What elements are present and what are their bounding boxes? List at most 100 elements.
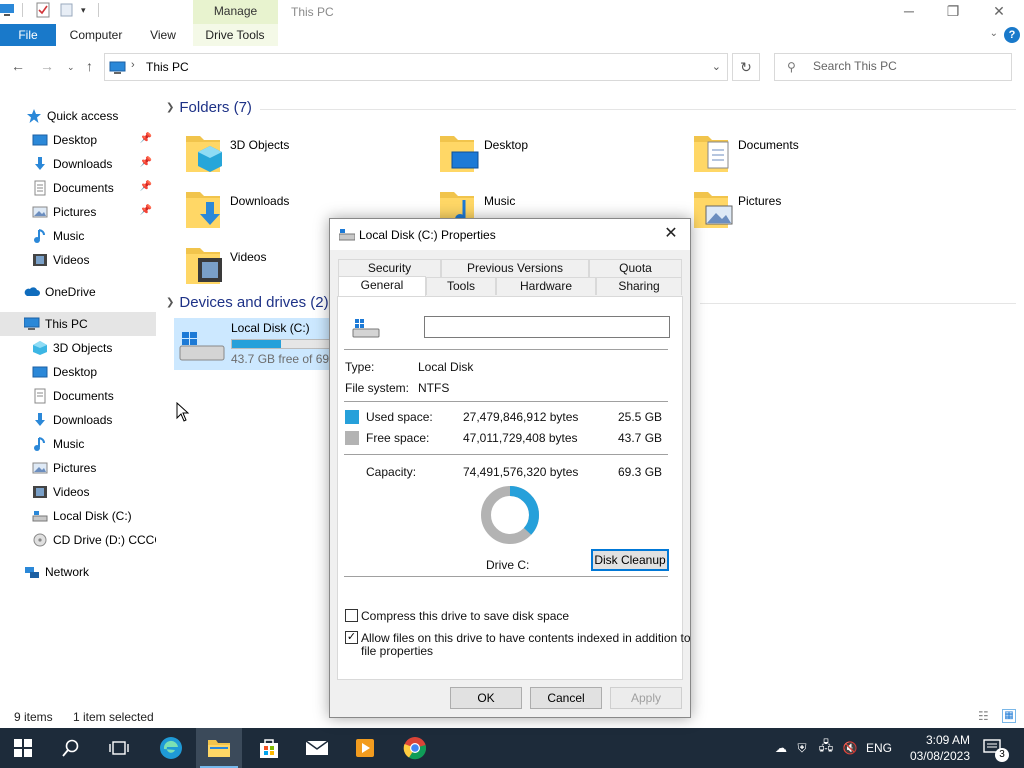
search-taskbar-button[interactable] xyxy=(48,728,94,768)
folder-label: Documents xyxy=(738,138,799,152)
folder-desktop-icon xyxy=(440,136,479,172)
sidebar-item-network[interactable]: Network xyxy=(0,560,156,584)
tab-hardware[interactable]: Hardware xyxy=(496,277,596,295)
address-dropdown-icon[interactable]: ⌄ xyxy=(712,60,721,73)
folder-desktop[interactable]: Desktop xyxy=(438,130,678,182)
file-explorer-taskbar-button[interactable] xyxy=(196,728,242,768)
expand-ribbon-icon[interactable]: ⌄ xyxy=(990,28,998,39)
sidebar-item-pc-pictures[interactable]: Pictures xyxy=(0,456,156,480)
chrome-taskbar-button[interactable] xyxy=(392,728,438,768)
search-input[interactable] xyxy=(813,59,1003,73)
onedrive-cloud-icon[interactable]: ☁ xyxy=(772,741,790,755)
sidebar-item-local-disk[interactable]: Local Disk (C:) xyxy=(0,504,156,528)
tab-drive-tools[interactable]: Drive Tools xyxy=(195,24,275,46)
close-button[interactable]: ✕ xyxy=(976,0,1022,24)
clock[interactable]: 3:09 AM 03/08/2023 xyxy=(910,732,970,764)
sidebar-item-onedrive[interactable]: OneDrive xyxy=(0,280,156,304)
network-icon xyxy=(24,564,40,580)
start-button[interactable] xyxy=(0,728,46,768)
manage-context-tab[interactable]: Manage xyxy=(193,0,278,24)
edge-taskbar-button[interactable] xyxy=(148,728,194,768)
disk-cleanup-button[interactable]: Disk Cleanup xyxy=(591,549,669,571)
tab-tools[interactable]: Tools xyxy=(426,277,496,295)
mail-taskbar-button[interactable] xyxy=(294,728,340,768)
folders-group-header[interactable]: ❯ Folders (7) xyxy=(166,99,252,116)
sidebar-item-pc-desktop[interactable]: Desktop xyxy=(0,360,156,384)
group-title: Devices and drives (2) xyxy=(179,294,329,311)
action-center-button[interactable]: 3 xyxy=(970,728,1016,768)
task-view-button[interactable] xyxy=(96,728,142,768)
folder-pictures[interactable]: Pictures xyxy=(692,186,932,238)
tab-computer[interactable]: Computer xyxy=(62,24,130,46)
tab-sharing[interactable]: Sharing xyxy=(596,277,682,295)
customize-qat-icon[interactable]: ▾ xyxy=(81,5,86,16)
new-folder-icon[interactable] xyxy=(59,2,75,18)
details-view-icon[interactable]: ☷ xyxy=(978,709,989,723)
security-shield-icon[interactable]: ⛨ xyxy=(790,741,814,756)
media-player-taskbar-button[interactable] xyxy=(342,728,388,768)
sidebar-item-this-pc[interactable]: This PC xyxy=(0,312,156,336)
maximize-button[interactable]: ❐ xyxy=(930,0,976,24)
apply-button[interactable]: Apply xyxy=(610,687,682,709)
refresh-icon[interactable]: ↻ xyxy=(732,53,760,81)
sidebar-item-desktop[interactable]: Desktop 📌 xyxy=(0,128,156,152)
collapse-chevron-icon[interactable]: ❯ xyxy=(166,297,174,308)
tab-general[interactable]: General xyxy=(338,276,426,296)
recent-locations-icon[interactable]: ⌄ xyxy=(67,62,75,73)
allow-indexing-checkbox[interactable]: ✓ xyxy=(345,631,358,644)
properties-icon[interactable] xyxy=(35,2,51,18)
tab-quota[interactable]: Quota xyxy=(589,259,682,277)
pin-icon[interactable]: 📌 xyxy=(140,157,152,168)
pin-icon[interactable]: 📌 xyxy=(140,133,152,144)
sidebar-item-pictures[interactable]: Pictures 📌 xyxy=(0,200,156,224)
sidebar-item-videos[interactable]: Videos xyxy=(0,248,156,272)
drive-label-input[interactable] xyxy=(424,316,670,338)
collapse-chevron-icon[interactable]: ❯ xyxy=(166,102,174,113)
search-box[interactable]: ⚲ xyxy=(774,53,1012,81)
network-icon[interactable]: 🖧 xyxy=(814,737,838,759)
ok-button[interactable]: OK xyxy=(450,687,522,709)
this-pc-icon xyxy=(109,60,127,79)
breadcrumb[interactable]: This PC xyxy=(146,60,189,74)
tab-view[interactable]: View xyxy=(141,24,185,46)
sidebar-item-cd-drive[interactable]: CD Drive (D:) CCCO xyxy=(0,528,156,552)
pin-icon[interactable]: 📌 xyxy=(140,205,152,216)
sidebar-item-documents[interactable]: Documents 📌 xyxy=(0,176,156,200)
capacity-gb: 69.3 GB xyxy=(618,465,663,479)
forward-arrow-icon[interactable]: → xyxy=(40,58,54,74)
help-icon[interactable]: ? xyxy=(1004,27,1020,43)
address-bar[interactable]: › This PC ⌄ xyxy=(104,53,728,81)
folder-3d-objects[interactable]: 3D Objects xyxy=(184,130,424,182)
tab-security[interactable]: Security xyxy=(338,259,441,277)
breadcrumb-separator-icon[interactable]: › xyxy=(131,59,135,71)
tab-previous-versions[interactable]: Previous Versions xyxy=(441,259,589,277)
volume-muted-icon[interactable]: 🔇 xyxy=(838,741,862,755)
tab-file[interactable]: File xyxy=(0,24,56,46)
this-pc-icon[interactable] xyxy=(0,2,16,18)
pin-icon[interactable]: 📌 xyxy=(140,181,152,192)
sidebar-item-pc-downloads[interactable]: Downloads xyxy=(0,408,156,432)
sidebar-item-music[interactable]: Music xyxy=(0,224,156,248)
dialog-close-button[interactable]: ✕ xyxy=(658,223,684,245)
up-arrow-icon[interactable]: ↑ xyxy=(86,58,93,74)
sidebar-item-3d-objects[interactable]: 3D Objects xyxy=(0,336,156,360)
local-disk-tile[interactable]: Local Disk (C:) 43.7 GB free of 69.3 xyxy=(174,318,367,370)
store-taskbar-button[interactable] xyxy=(246,728,292,768)
sidebar-item-downloads[interactable]: Downloads 📌 xyxy=(0,152,156,176)
devices-group-header[interactable]: ❯ Devices and drives (2) xyxy=(166,294,329,311)
sidebar-item-pc-documents[interactable]: Documents xyxy=(0,384,156,408)
minimize-button[interactable]: ─ xyxy=(886,0,932,24)
back-arrow-icon[interactable]: ← xyxy=(11,58,25,74)
sidebar-item-pc-videos[interactable]: Videos xyxy=(0,480,156,504)
folder-documents[interactable]: Documents xyxy=(692,130,932,182)
dialog-title-bar[interactable]: Local Disk (C:) Properties ✕ xyxy=(330,219,690,250)
sidebar-item-pc-music[interactable]: Music xyxy=(0,432,156,456)
folder-icon xyxy=(208,740,230,757)
compress-drive-checkbox[interactable] xyxy=(345,609,358,622)
sidebar-item-quick-access[interactable]: Quick access xyxy=(0,104,156,128)
cancel-button[interactable]: Cancel xyxy=(530,687,602,709)
large-icons-view-icon[interactable]: ▦ xyxy=(1002,709,1016,723)
sidebar-item-label: Downloads xyxy=(53,413,113,427)
language-indicator[interactable]: ENG xyxy=(864,741,894,755)
chrome-browser-icon xyxy=(403,737,427,760)
